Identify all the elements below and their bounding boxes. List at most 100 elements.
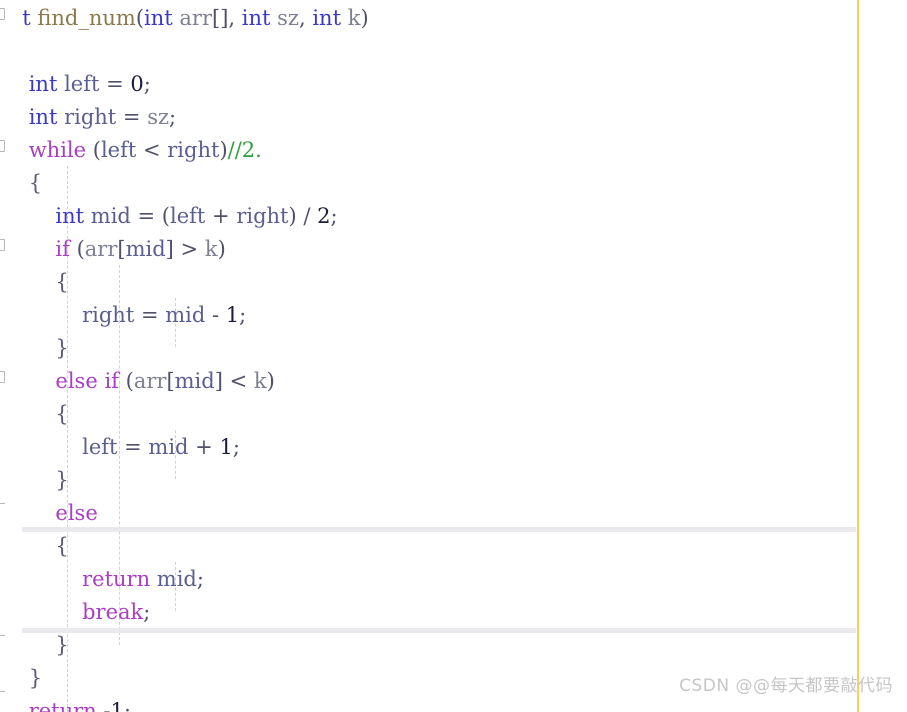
editor-gutter[interactable]: [0, 0, 22, 712]
code-token: //2.: [227, 138, 262, 162]
code-token: left: [170, 204, 206, 228]
code-token: right: [64, 105, 117, 129]
code-token: ;: [169, 105, 177, 129]
code-token: int: [241, 6, 271, 30]
code-token: =: [116, 105, 148, 129]
code-line-text: break;: [0, 596, 150, 629]
code-token: int: [312, 6, 342, 30]
code-line-text: while (left < right)//2.: [0, 134, 262, 167]
code-editor-screenshot: int find_num(int arr[], int sz, int k){ …: [0, 0, 907, 712]
code-token: =: [134, 303, 166, 327]
code-token: ]: [214, 369, 223, 393]
fold-range-dash-icon: [0, 503, 5, 504]
code-token: left: [100, 138, 137, 162]
code-line[interactable]: int right = sz;: [0, 101, 907, 134]
code-token: 2: [317, 204, 331, 228]
code-token: ]: [165, 237, 174, 261]
code-line[interactable]: left = mid + 1;: [0, 431, 907, 464]
code-line[interactable]: }: [0, 464, 907, 497]
code-line-text: right = mid - 1;: [0, 299, 246, 332]
code-line[interactable]: {: [0, 398, 907, 431]
code-token: }: [55, 633, 69, 657]
code-line-text: int find_num(int arr[], int sz, int k): [0, 2, 369, 35]
code-line-text: left = mid + 1;: [0, 431, 240, 464]
code-token: find_num: [37, 6, 136, 30]
code-token: right: [82, 303, 135, 327]
code-line[interactable]: if (arr[mid] > k): [0, 233, 907, 266]
code-line[interactable]: right = mid - 1;: [0, 299, 907, 332]
code-token: arr: [84, 237, 118, 261]
code-line[interactable]: {: [0, 530, 907, 563]
code-line-text: return mid;: [0, 563, 204, 596]
code-token: {: [55, 270, 69, 294]
code-token: +: [205, 204, 237, 228]
code-token: if: [104, 369, 119, 393]
code-token: right: [236, 204, 289, 228]
code-line[interactable]: else: [0, 497, 907, 530]
column-ruler-line: [857, 0, 859, 712]
code-line-text: int mid = (left + right) / 2;: [0, 200, 337, 233]
code-token: mid: [156, 567, 197, 591]
code-line[interactable]: int mid = (left + right) / 2;: [0, 200, 907, 233]
code-line[interactable]: {: [0, 266, 907, 299]
code-line[interactable]: }: [0, 629, 907, 662]
code-token: mid: [174, 369, 215, 393]
code-token: left: [82, 435, 118, 459]
fold-toggle-icon[interactable]: [0, 239, 5, 251]
code-token: 1: [110, 699, 124, 712]
code-token: mid: [125, 237, 166, 261]
code-token: -: [205, 303, 226, 327]
code-line-text: int right = sz;: [0, 101, 176, 134]
code-token: +: [188, 435, 220, 459]
code-line[interactable]: {: [0, 35, 907, 68]
code-token: int: [28, 105, 58, 129]
code-line-text: if (arr[mid] > k): [0, 233, 225, 266]
code-token: {: [55, 402, 69, 426]
code-token: return: [82, 567, 151, 591]
code-token: while: [28, 138, 87, 162]
code-token: ;: [239, 303, 247, 327]
code-token: ): [360, 6, 369, 30]
code-token: right: [167, 138, 220, 162]
code-token: ;: [196, 567, 204, 591]
code-token: 1: [225, 303, 240, 327]
code-token: ;: [143, 600, 151, 624]
code-token: ): [219, 138, 228, 162]
code-line[interactable]: while (left < right)//2.: [0, 134, 907, 167]
fold-toggle-icon[interactable]: [0, 371, 5, 383]
code-token: <: [222, 369, 254, 393]
code-text-area[interactable]: int find_num(int arr[], int sz, int k){ …: [0, 0, 907, 712]
fold-toggle-icon[interactable]: [0, 140, 5, 152]
code-token: mid: [90, 204, 131, 228]
code-token: ) /: [288, 204, 318, 228]
code-token: -: [103, 699, 111, 712]
code-token: 1: [219, 435, 233, 459]
code-line[interactable]: {: [0, 167, 907, 200]
code-token: =: [99, 72, 131, 96]
code-token: left: [64, 72, 100, 96]
code-token: (: [118, 369, 134, 393]
fold-toggle-icon[interactable]: [0, 8, 5, 20]
fold-range-dash-icon: [0, 635, 5, 636]
code-token: k: [204, 237, 218, 261]
code-token: }: [55, 468, 69, 492]
code-line[interactable]: else if (arr[mid] < k): [0, 365, 907, 398]
code-token: int: [55, 204, 85, 228]
code-token: >: [173, 237, 205, 261]
fold-range-dash-icon: [0, 691, 5, 692]
code-line[interactable]: return mid;: [0, 563, 907, 596]
code-line-text: int left = 0;: [0, 68, 151, 101]
code-line[interactable]: int find_num(int arr[], int sz, int k): [0, 2, 907, 35]
code-token: <: [136, 138, 168, 162]
code-line[interactable]: }: [0, 332, 907, 365]
code-token: int: [144, 6, 173, 30]
code-line[interactable]: break;: [0, 596, 907, 629]
code-token: arr: [179, 6, 212, 30]
code-token: [: [166, 369, 175, 393]
code-line[interactable]: return -1;: [0, 695, 907, 712]
code-line[interactable]: int left = 0;: [0, 68, 907, 101]
code-token: break: [82, 600, 144, 624]
code-token: ;: [123, 699, 131, 712]
